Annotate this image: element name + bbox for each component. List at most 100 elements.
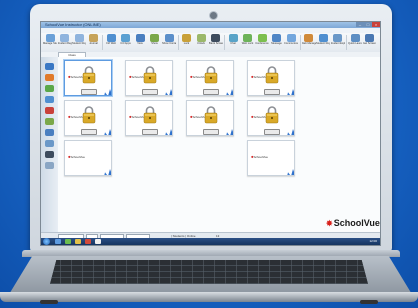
ribbon-label: Journal xyxy=(89,42,98,45)
student-thumbnail[interactable]: ✸SchoolVue xyxy=(125,60,173,96)
ribbon-button-11[interactable]: Blank Screen xyxy=(209,34,223,51)
ribbon-button-10[interactable]: Unlock xyxy=(194,34,208,51)
browser-icon[interactable] xyxy=(65,239,71,244)
ribbon-button-8[interactable]: Show Contact Screen xyxy=(162,34,176,51)
student-thumbnail[interactable]: ✸SchoolVue xyxy=(186,60,234,96)
quick-launch-icon xyxy=(350,34,360,42)
ribbon-label: Web Lock xyxy=(241,42,254,45)
taskbar: 12:00 xyxy=(41,238,380,245)
thumbnail-name-field xyxy=(81,89,97,95)
explorer-icon xyxy=(333,34,342,42)
student-thumbnail[interactable]: ✸SchoolVue xyxy=(186,100,234,136)
ribbon-label: View xyxy=(137,42,143,45)
student-thumbnail[interactable]: ✸SchoolVue xyxy=(247,100,295,136)
ribbon-separator xyxy=(177,35,179,50)
explorer-icon[interactable] xyxy=(55,239,61,244)
communicate-icon xyxy=(286,34,296,42)
ribbon-button-17[interactable]: Web Manager xyxy=(302,34,316,51)
student-thumbnail[interactable]: ✸SchoolVue xyxy=(125,100,173,136)
ribbon-label: Conference xyxy=(255,42,269,45)
ribbon-label: Quick Launch xyxy=(348,42,362,45)
laptop-foot-right xyxy=(360,300,378,304)
chat-icon[interactable] xyxy=(45,118,54,125)
ribbon-label: Student Explorer xyxy=(330,42,345,45)
student-thumbnail[interactable]: ✸SchoolVue xyxy=(247,140,295,176)
thumbnail-burst xyxy=(103,85,111,95)
close-button[interactable]: × xyxy=(372,22,380,27)
thumbnail-burst xyxy=(164,85,172,95)
ribbon-button-13[interactable]: Web Lock xyxy=(241,34,255,51)
web-icon xyxy=(106,34,116,42)
web-lock-icon xyxy=(243,34,252,42)
student-thumbnail[interactable]: ✸SchoolVue xyxy=(64,140,112,176)
apps-icon[interactable] xyxy=(45,96,54,103)
print-icon[interactable] xyxy=(45,140,54,147)
thumbnail-grid: ✸SchoolVue II ✸SchoolVue✸SchoolVue✸Schoo… xyxy=(58,57,380,245)
chat-icon xyxy=(228,34,238,42)
show-icon xyxy=(150,34,159,42)
thumbnail-burst xyxy=(103,125,111,135)
help-icon[interactable] xyxy=(45,162,54,169)
ribbon-toolbar: Manage StudentStudent RegisterStudent Re… xyxy=(41,33,380,53)
laptop-hinge xyxy=(22,250,400,257)
apps-icon xyxy=(121,34,130,42)
ribbon-button-0[interactable]: Manage Student xyxy=(43,34,57,51)
conference-icon xyxy=(257,34,267,42)
ribbon-label: Chat xyxy=(230,42,236,45)
ribbon-label: Message xyxy=(271,42,282,45)
window-title: SchoolVue Instructor (ONLINE) xyxy=(45,22,101,27)
home-icon[interactable] xyxy=(45,63,54,70)
student-thumbnail[interactable]: ✸SchoolVue xyxy=(64,100,112,136)
monitor-icon[interactable] xyxy=(45,74,54,81)
webcam xyxy=(209,11,218,20)
ribbon-button-5[interactable]: Ctrl Apps xyxy=(119,34,133,51)
ribbon-button-18[interactable]: Student Register xyxy=(316,34,330,51)
keyboard-rows xyxy=(50,260,368,284)
ribbon-separator xyxy=(299,35,301,50)
ribbon-button-7[interactable]: Show xyxy=(148,34,162,51)
student-thumbnail[interactable]: ✸SchoolVue xyxy=(247,60,295,96)
lock-icon xyxy=(82,106,96,124)
settings-icon[interactable] xyxy=(45,151,54,158)
ribbon-button-14[interactable]: Conference xyxy=(255,34,269,51)
schoolvue-taskbar-icon[interactable] xyxy=(95,239,101,244)
thumbnail-name-field xyxy=(264,129,280,135)
manage-student-icon xyxy=(45,34,55,42)
thumbnail-brand: ✸SchoolVue xyxy=(251,155,268,159)
ribbon-button-4[interactable]: Ctrl Web xyxy=(104,34,118,51)
ribbon-button-1[interactable]: Student Register xyxy=(58,34,72,51)
start-button[interactable] xyxy=(43,238,50,245)
ribbon-button-6[interactable]: View xyxy=(133,34,147,51)
ribbon-label: Student Register xyxy=(72,42,86,45)
ribbon-button-2[interactable]: Student Register xyxy=(72,34,86,51)
thumbnail-name-field xyxy=(264,89,280,95)
blank-screen-icon xyxy=(211,34,220,42)
ribbon-button-16[interactable]: Communicate xyxy=(284,34,298,51)
thumbnail-burst xyxy=(164,125,172,135)
ribbon-button-15[interactable]: Message xyxy=(270,34,284,51)
web-icon[interactable] xyxy=(45,85,54,92)
minimize-button[interactable]: – xyxy=(356,22,364,27)
taskbar-clock: 12:00 xyxy=(369,239,377,243)
ribbon-button-12[interactable]: Chat xyxy=(226,34,240,51)
lock-icon xyxy=(82,66,96,84)
ribbon-button-20[interactable]: Quick Launch xyxy=(348,34,362,51)
ribbon-button-9[interactable]: Lock xyxy=(180,34,194,51)
student-thumbnail[interactable]: ✸SchoolVue xyxy=(64,60,112,96)
lock-icon xyxy=(182,34,191,42)
ribbon-label: Unlock xyxy=(197,42,205,45)
maximize-button[interactable]: □ xyxy=(364,22,372,27)
lock-icon xyxy=(265,106,279,124)
ribbon-button-3[interactable]: Journal xyxy=(87,34,101,51)
laptop-front-edge xyxy=(0,292,418,302)
folder-icon[interactable] xyxy=(75,239,81,244)
message-icon[interactable] xyxy=(45,129,54,136)
ribbon-button-19[interactable]: Student Explorer xyxy=(331,34,345,51)
ribbon-label: Web Manager xyxy=(301,42,316,45)
lock-icon[interactable] xyxy=(45,107,54,114)
thumbnail-burst xyxy=(286,125,294,135)
view-icon xyxy=(135,34,145,42)
ribbon-button-21[interactable]: Get Screen xyxy=(363,34,377,51)
media-icon[interactable] xyxy=(85,239,91,244)
lock-icon xyxy=(265,66,279,84)
